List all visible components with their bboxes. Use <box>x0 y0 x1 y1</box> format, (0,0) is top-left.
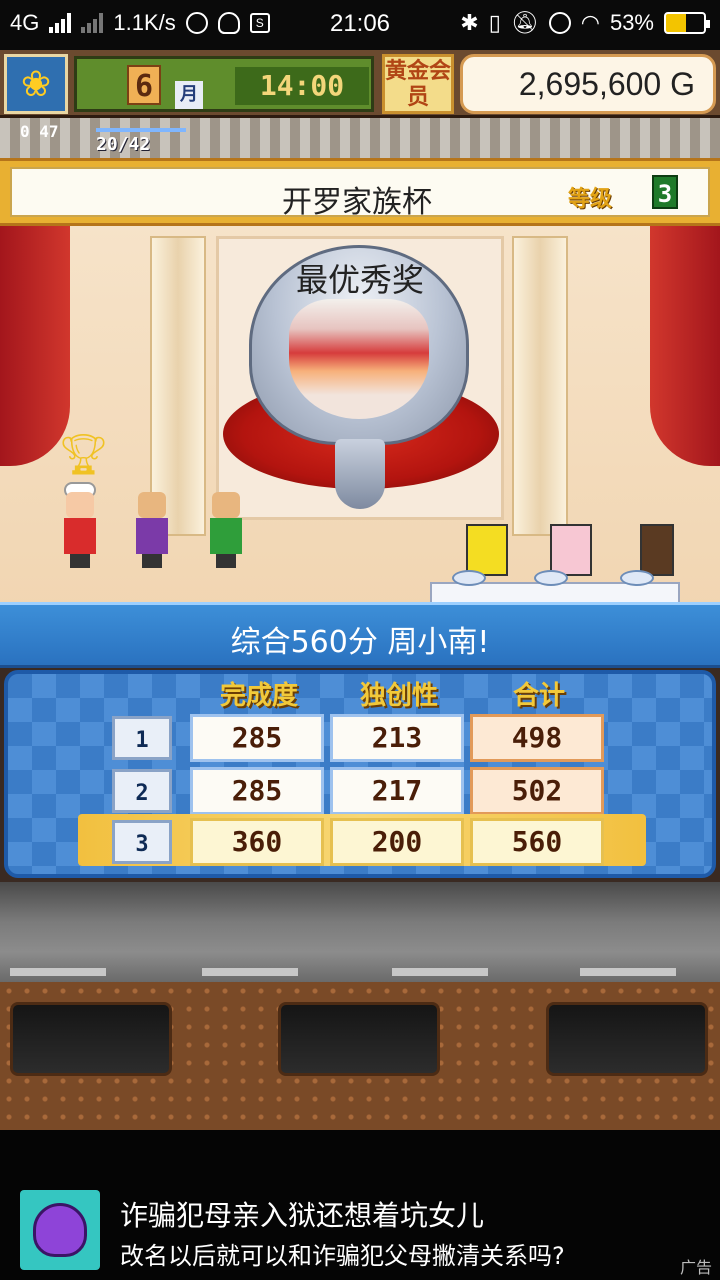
battery-percent: 53% <box>609 10 654 35</box>
road-mark <box>580 968 676 976</box>
wifi-icon: ◠ <box>580 10 600 35</box>
creativity-score: 213 <box>330 714 464 762</box>
rank-label: 2 <box>112 769 172 813</box>
column-header: 独创性 <box>359 681 438 711</box>
stat-counter-a: 0 47 <box>20 122 59 141</box>
alarm-icon <box>548 12 571 34</box>
chef-winner <box>60 482 100 568</box>
column-header: 合计 <box>512 681 565 711</box>
curtain-left <box>0 226 70 466</box>
stat-progress-bar <box>96 128 186 132</box>
info-strip: 0 47 20/42 <box>0 118 720 158</box>
pillar-right <box>512 236 568 536</box>
rank-label: 1 <box>112 716 172 760</box>
ad-subtitle[interactable]: 改名以后就可以和诈骗犯父母撇清关系吗? <box>120 1236 565 1271</box>
month-unit: 月 <box>175 81 203 109</box>
award-title: 最优秀奖 <box>295 261 424 299</box>
month-number: 6 <box>127 65 161 105</box>
judge-monkey <box>640 524 674 576</box>
game-screen[interactable]: ❀ 6 月 14:00 黄金会员 2,695,600 G 0 47 20/42 … <box>0 50 720 1130</box>
ad-monster-icon[interactable] <box>20 1190 100 1270</box>
ad-banner[interactable]: 诈骗犯母亲入狱还想着坑女儿 改名以后就可以和诈骗犯父母撇清关系吗? 广告 <box>0 1130 720 1280</box>
plate <box>534 570 568 586</box>
dish-picture: 最优秀奖 <box>216 236 504 520</box>
chef-staff-1 <box>132 482 172 568</box>
plate <box>620 570 654 586</box>
battery-icon <box>664 12 710 34</box>
trophy-icon: 🏆︎ <box>58 432 109 478</box>
contest-name: 开罗家族杯 <box>282 185 432 220</box>
hud-bar: ❀ 6 月 14:00 黄金会员 2,695,600 G <box>0 50 720 118</box>
level-value: 3 <box>652 175 678 209</box>
vibrate-icon: ▯ <box>488 10 501 35</box>
money-display: 2,695,600 G <box>460 54 716 114</box>
road-mark <box>10 968 106 976</box>
level-label: 等级 <box>568 187 613 212</box>
score-summary: 综合560分 周小南! <box>230 625 490 660</box>
stat-counter-b: 20/42 <box>96 134 151 155</box>
score-banner: 综合560分 周小南! <box>0 602 720 668</box>
chef-staff-2 <box>206 482 246 568</box>
ad-label: 广告 <box>679 1258 712 1277</box>
counter-slot[interactable] <box>546 1002 708 1076</box>
game-clock: 14:00 <box>235 67 369 105</box>
glass-stem <box>335 439 385 509</box>
shop-counter <box>0 982 720 1130</box>
street <box>0 882 720 982</box>
score-table: 完成度 独创性 合计 1 285 213 498 2 285 217 502 3… <box>4 670 716 878</box>
column-header: 完成度 <box>219 681 298 711</box>
creativity-score: 217 <box>330 767 464 815</box>
status-bar: 4G 1.1K/s S 21:06 ✱ ▯ 🔕︎ ◠ 53% <box>0 0 720 50</box>
sunflower-icon[interactable]: ❀ <box>4 54 68 114</box>
counter-slot[interactable] <box>278 1002 440 1076</box>
status-right: ✱ ▯ 🔕︎ ◠ 53% <box>460 10 710 36</box>
total-score: 498 <box>470 714 604 762</box>
ad-title[interactable]: 诈骗犯母亲入狱还想着坑女儿 <box>120 1194 484 1234</box>
road-mark <box>392 968 488 976</box>
completion-score: 285 <box>190 767 324 815</box>
judge-pink <box>550 524 592 576</box>
completion-score: 285 <box>190 714 324 762</box>
contest-banner: 开罗家族杯 等级 3 <box>0 158 720 226</box>
bluetooth-icon: ✱ <box>460 10 479 35</box>
judge-yellow <box>466 524 508 576</box>
curtain-right <box>650 226 720 466</box>
award-stage: 最优秀奖 🏆︎ <box>0 226 720 626</box>
contest-banner-inner: 开罗家族杯 等级 3 <box>10 167 710 220</box>
date-panel: 6 月 14:00 <box>74 56 374 112</box>
plate <box>452 570 486 586</box>
gold-member-badge[interactable]: 黄金会员 <box>382 54 454 114</box>
parfait-dessert <box>289 299 429 419</box>
completion-score: 360 <box>190 818 324 866</box>
total-score: 560 <box>470 818 604 866</box>
total-score: 502 <box>470 767 604 815</box>
road-mark <box>202 968 298 976</box>
mute-icon: 🔕︎ <box>510 10 539 35</box>
rank-label: 3 <box>112 820 172 864</box>
creativity-score: 200 <box>330 818 464 866</box>
counter-slot[interactable] <box>10 1002 172 1076</box>
